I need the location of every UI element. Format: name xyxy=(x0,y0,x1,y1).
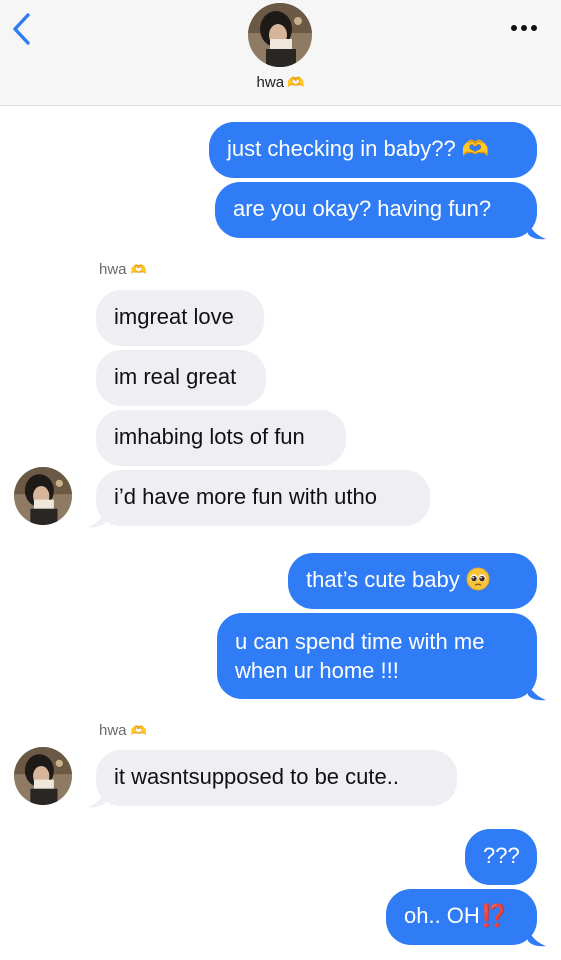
message-bubble-incoming[interactable]: imgreat love xyxy=(96,290,264,346)
message-bubble-outgoing[interactable]: u can spend time with me when ur home !!… xyxy=(217,613,537,699)
contact-avatar[interactable] xyxy=(14,467,72,525)
message-text: imhabing lots of fun xyxy=(114,424,305,449)
message-text: just checking in baby?? xyxy=(227,136,456,161)
bubble-tail-icon xyxy=(88,508,106,528)
more-options-button[interactable] xyxy=(509,18,539,38)
message-text: that’s cute baby xyxy=(306,567,460,592)
heart-hands-emoji: 🫶 xyxy=(130,262,147,277)
message-text-line: when ur home !!! xyxy=(235,658,399,683)
pleading-face-emoji xyxy=(466,567,490,591)
ellipsis-icon xyxy=(511,25,537,31)
back-button[interactable] xyxy=(10,12,34,46)
contact-avatar[interactable] xyxy=(248,3,312,67)
message-bubble-outgoing[interactable]: oh.. OH⁉️ xyxy=(386,889,537,945)
exclamation-question-emoji: ⁉️ xyxy=(480,903,509,928)
contact-avatar[interactable] xyxy=(14,747,72,805)
bubble-tail-icon xyxy=(528,927,546,947)
message-bubble-incoming[interactable]: imhabing lots of fun xyxy=(96,410,346,466)
message-bubble-outgoing[interactable]: just checking in baby?? 🫶 xyxy=(209,122,537,178)
message-text: i’d have more fun with utho xyxy=(114,484,377,509)
message-text: it wasntsupposed to be cute.. xyxy=(114,764,399,789)
message-text: ??? xyxy=(483,843,520,868)
sender-name: hwa xyxy=(99,261,127,278)
bubble-tail-icon xyxy=(88,788,106,808)
message-text: im real great xyxy=(114,364,237,389)
message-text-line: u can spend time with me xyxy=(235,629,485,654)
message-bubble-outgoing[interactable]: are you okay? having fun? xyxy=(215,182,537,238)
message-bubble-incoming[interactable]: it wasntsupposed to be cute.. xyxy=(96,750,457,806)
bubble-tail-icon xyxy=(528,681,546,701)
sender-label: hwa 🫶 xyxy=(99,261,147,278)
chevron-left-icon xyxy=(13,13,30,45)
sender-label: hwa 🫶 xyxy=(99,722,147,739)
heart-hands-emoji: 🫶 xyxy=(287,74,305,90)
message-bubble-outgoing[interactable]: ??? xyxy=(465,829,537,885)
heart-hands-emoji: 🫶 xyxy=(461,136,490,161)
message-text: imgreat love xyxy=(114,304,234,329)
sender-name: hwa xyxy=(99,722,127,739)
heart-hands-emoji: 🫶 xyxy=(130,723,147,738)
message-bubble-incoming[interactable]: i’d have more fun with utho xyxy=(96,470,430,526)
message-bubble-incoming[interactable]: im real great xyxy=(96,350,266,406)
contact-name-text: hwa xyxy=(256,74,285,91)
bubble-tail-icon xyxy=(528,220,546,240)
message-text: are you okay? having fun? xyxy=(233,196,492,221)
contact-name[interactable]: hwa 🫶 xyxy=(0,74,561,91)
message-bubble-outgoing[interactable]: that’s cute baby 🥺 xyxy=(288,553,537,609)
conversation-header: hwa 🫶 xyxy=(0,0,561,106)
message-text: oh.. OH xyxy=(404,903,480,928)
